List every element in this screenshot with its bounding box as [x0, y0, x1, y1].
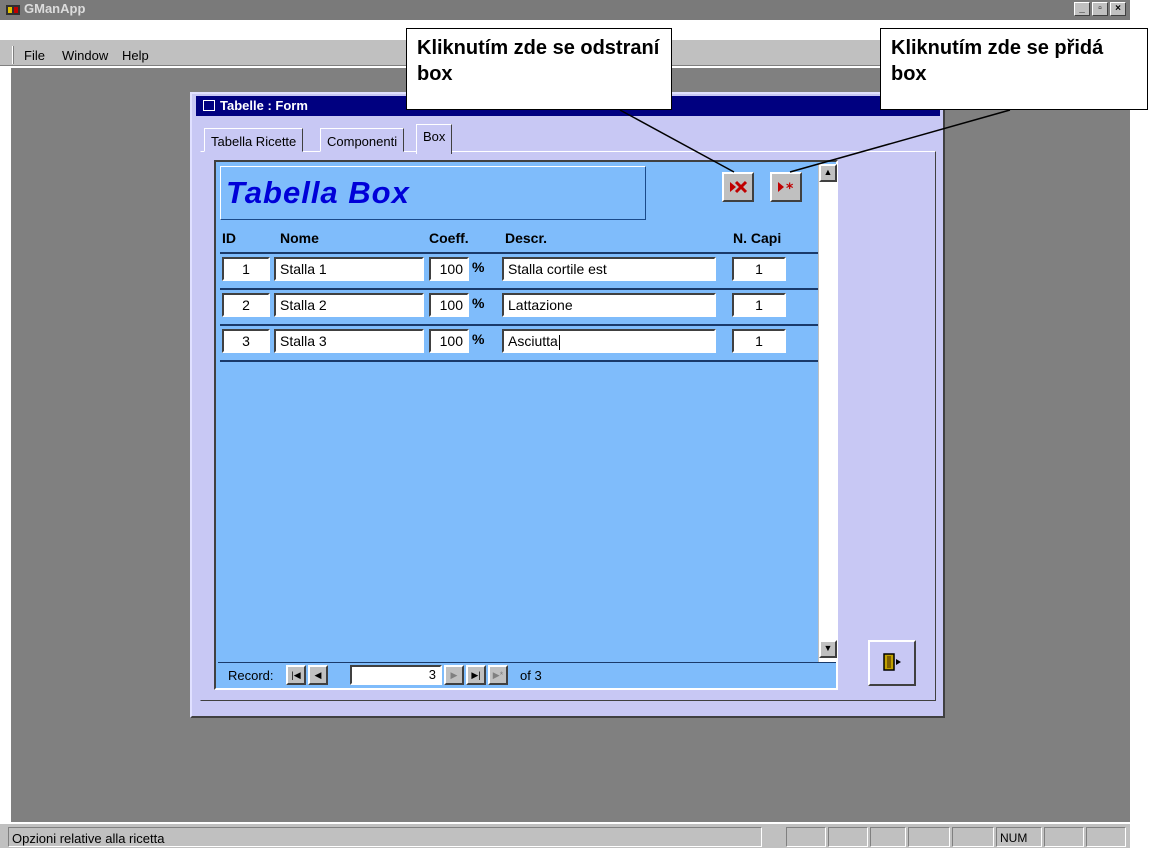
row-1-n-capi[interactable]: 1	[732, 257, 786, 281]
subform-title: Tabella Box	[226, 175, 410, 210]
row-2-percent: %	[472, 295, 485, 311]
delete-record-icon	[730, 180, 748, 194]
row-1-percent: %	[472, 259, 485, 275]
window-controls: _ ▫ ×	[1074, 0, 1130, 20]
row-3-nome[interactable]: Stalla 3	[274, 329, 424, 353]
num-lock-indicator: NUM	[1000, 831, 1028, 845]
row-1-nome[interactable]: Stalla 1	[274, 257, 424, 281]
new-record-icon: *	[778, 181, 794, 197]
status-panel	[1086, 827, 1126, 847]
status-panel	[870, 827, 906, 847]
row-3-coeff[interactable]: 100	[429, 329, 469, 353]
row-divider	[220, 324, 818, 326]
status-panel	[786, 827, 826, 847]
row-3-descr-field[interactable]: Asciutta	[502, 329, 716, 353]
status-panel	[908, 827, 950, 847]
row-1-descr[interactable]: Stalla cortile est	[502, 257, 716, 281]
header-coeff: Coeff.	[429, 230, 469, 246]
previous-record-icon[interactable]: ◀	[308, 665, 328, 685]
scroll-up-icon[interactable]: ▲	[819, 164, 837, 182]
row-3-percent: %	[472, 331, 485, 347]
tab-tabella-ricette[interactable]: Tabella Ricette	[204, 128, 304, 152]
status-panel	[1044, 827, 1084, 847]
new-record-nav-icon[interactable]: ▶*	[488, 665, 508, 685]
row-3-id[interactable]: 3	[222, 329, 270, 353]
close-icon[interactable]: ×	[1110, 2, 1126, 16]
row-divider	[220, 252, 818, 254]
first-record-icon[interactable]: |◀	[286, 665, 306, 685]
row-2-descr[interactable]: Lattazione	[502, 293, 716, 317]
minimize-icon[interactable]: _	[1074, 2, 1090, 16]
form-icon	[203, 100, 215, 111]
callout-add-box: Kliknutím zde se přidá box	[880, 28, 1148, 110]
row-2-n-capi[interactable]: 1	[732, 293, 786, 317]
record-label: Record:	[228, 668, 274, 683]
exit-button[interactable]	[868, 640, 916, 686]
callout-delete-box: Kliknutím zde se odstraní box	[406, 28, 672, 110]
scroll-down-icon[interactable]: ▼	[819, 640, 837, 658]
header-n-capi: N. Capi	[733, 230, 782, 246]
row-2-nome[interactable]: Stalla 2	[274, 293, 424, 317]
status-panel	[952, 827, 994, 847]
row-2-id[interactable]: 2	[222, 293, 270, 317]
row-3-descr: Asciutta	[508, 333, 558, 349]
header-descr: Descr.	[505, 230, 548, 246]
tab-box[interactable]: Box	[416, 124, 453, 154]
form-title: Tabelle : Form	[220, 98, 308, 113]
exit-door-icon	[883, 653, 901, 671]
current-record-field[interactable]: 3	[350, 665, 442, 685]
menu-window[interactable]: Window	[62, 48, 108, 63]
status-panel	[828, 827, 868, 847]
row-1-id[interactable]: 1	[222, 257, 270, 281]
menu-file[interactable]: File	[24, 48, 45, 63]
app-titlebar	[0, 0, 1130, 20]
app-logo-icon	[6, 3, 20, 16]
row-divider	[220, 360, 818, 362]
maximize-icon[interactable]: ▫	[1092, 2, 1108, 16]
workspace-border	[8, 68, 11, 822]
delete-record-button[interactable]	[722, 172, 754, 202]
last-record-icon[interactable]: ▶|	[466, 665, 486, 685]
tab-componenti[interactable]: Componenti	[320, 128, 405, 152]
row-divider	[220, 288, 818, 290]
menu-grip	[12, 46, 14, 64]
row-3-n-capi[interactable]: 1	[732, 329, 786, 353]
app-title: GManApp	[24, 1, 86, 16]
add-record-button[interactable]: *	[770, 172, 802, 202]
header-nome: Nome	[280, 230, 319, 246]
header-id: ID	[222, 230, 236, 246]
row-1-coeff[interactable]: 100	[429, 257, 469, 281]
record-count: of 3	[520, 668, 542, 683]
svg-text:*: *	[786, 181, 794, 197]
row-2-coeff[interactable]: 100	[429, 293, 469, 317]
vertical-scrollbar[interactable]: ▲ ▼	[818, 164, 837, 662]
menu-help[interactable]: Help	[122, 48, 149, 63]
next-record-icon[interactable]: ▶	[444, 665, 464, 685]
status-text: Opzioni relative alla ricetta	[12, 831, 165, 846]
text-cursor	[558, 334, 560, 350]
